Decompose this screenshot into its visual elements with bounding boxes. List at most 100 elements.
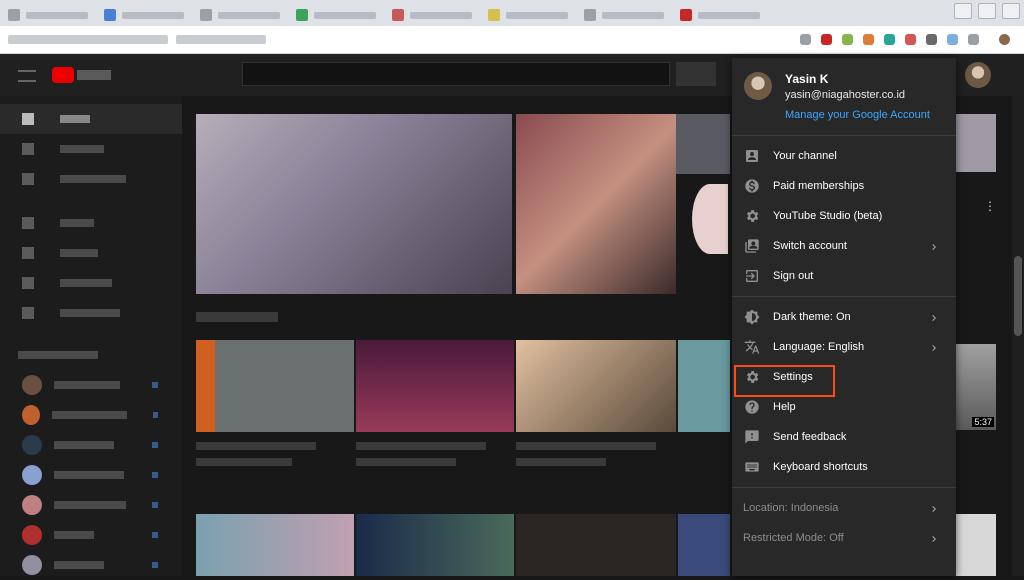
video-thumbnail[interactable] bbox=[516, 340, 676, 432]
chevron-right-icon bbox=[928, 311, 940, 323]
extension-icon[interactable] bbox=[884, 34, 895, 45]
video-title[interactable] bbox=[516, 442, 656, 450]
minimize-button[interactable] bbox=[954, 3, 972, 19]
sidebar-item[interactable] bbox=[0, 268, 182, 298]
video-thumbnail[interactable] bbox=[516, 514, 676, 576]
sidebar-item[interactable] bbox=[0, 208, 182, 238]
sidebar-subscription[interactable] bbox=[0, 400, 182, 430]
browser-tab[interactable] bbox=[192, 5, 288, 25]
profile-icon[interactable] bbox=[999, 34, 1010, 45]
browser-tab[interactable] bbox=[384, 5, 480, 25]
section-title bbox=[196, 312, 278, 322]
menu-item-paid-memberships[interactable]: Paid memberships bbox=[732, 171, 956, 201]
chevron-right-icon bbox=[928, 341, 940, 353]
avatar bbox=[744, 72, 772, 100]
extension-icon[interactable] bbox=[968, 34, 979, 45]
extension-icon[interactable] bbox=[905, 34, 916, 45]
menu-item-switch-account[interactable]: Switch account bbox=[732, 231, 956, 261]
account-name: Yasin K bbox=[785, 72, 829, 86]
browser-tab[interactable] bbox=[480, 5, 576, 25]
browser-tab[interactable] bbox=[96, 5, 192, 25]
menu-item-location[interactable]: Location: Indonesia bbox=[732, 493, 956, 523]
video-meta bbox=[356, 458, 456, 466]
favicon-icon bbox=[392, 9, 404, 21]
video-title[interactable] bbox=[196, 442, 316, 450]
help-icon bbox=[744, 399, 760, 415]
star-icon[interactable] bbox=[800, 34, 811, 45]
avatar[interactable] bbox=[965, 62, 991, 88]
menu-item-send-feedback[interactable]: Send feedback bbox=[732, 422, 956, 452]
favicon-icon bbox=[296, 9, 308, 21]
sidebar-subscription[interactable] bbox=[0, 490, 182, 520]
video-thumbnail[interactable] bbox=[516, 114, 676, 294]
sidebar-subscription[interactable] bbox=[0, 370, 182, 400]
sidebar-subscription[interactable] bbox=[0, 430, 182, 460]
video-thumbnail[interactable] bbox=[956, 514, 996, 576]
browser-tab[interactable] bbox=[0, 5, 96, 25]
manage-account-link[interactable]: Manage your Google Account bbox=[785, 109, 930, 121]
menu-item-your-channel[interactable]: Your channel bbox=[732, 141, 956, 171]
scrollbar[interactable] bbox=[1012, 96, 1024, 576]
close-window-button[interactable] bbox=[1002, 3, 1020, 19]
video-meta bbox=[196, 458, 292, 466]
sidebar-section-heading bbox=[0, 340, 182, 370]
menu-item-keyboard-shortcuts[interactable]: Keyboard shortcuts bbox=[732, 452, 956, 482]
settings-highlight-box bbox=[734, 365, 835, 397]
menu-item-restricted-mode[interactable]: Restricted Mode: Off bbox=[732, 523, 956, 553]
extension-icon[interactable] bbox=[842, 34, 853, 45]
maximize-button[interactable] bbox=[978, 3, 996, 19]
url-text bbox=[8, 35, 168, 44]
channel-avatar[interactable] bbox=[692, 184, 728, 254]
chevron-right-icon bbox=[928, 532, 940, 544]
extension-icon[interactable] bbox=[821, 34, 832, 45]
sidebar-item[interactable] bbox=[0, 164, 182, 194]
keyboard-icon bbox=[744, 459, 760, 475]
menu-item-youtube-studio[interactable]: YouTube Studio (beta) bbox=[732, 201, 956, 231]
sidebar-subscription[interactable] bbox=[0, 520, 182, 550]
sidebar-subscription[interactable] bbox=[0, 460, 182, 490]
menu-icon[interactable] bbox=[18, 70, 36, 82]
extension-icon[interactable] bbox=[947, 34, 958, 45]
sidebar-item[interactable] bbox=[0, 238, 182, 268]
video-thumbnail[interactable] bbox=[678, 514, 730, 576]
switch-account-icon bbox=[744, 238, 760, 254]
menu-item-language[interactable]: Language: English bbox=[732, 332, 956, 362]
video-thumbnail[interactable] bbox=[956, 114, 996, 172]
video-meta bbox=[516, 458, 606, 466]
video-thumbnail[interactable] bbox=[678, 340, 730, 432]
more-options-icon[interactable]: ⋮ bbox=[984, 200, 996, 216]
video-thumbnail[interactable] bbox=[676, 114, 730, 174]
window-controls bbox=[954, 3, 1020, 19]
sidebar-item[interactable] bbox=[0, 298, 182, 328]
video-thumbnail[interactable] bbox=[196, 340, 354, 432]
browser-tab[interactable] bbox=[672, 5, 768, 25]
video-thumbnail[interactable] bbox=[356, 514, 514, 576]
extension-icon[interactable] bbox=[863, 34, 874, 45]
gear-icon bbox=[744, 208, 760, 224]
scrollbar-thumb[interactable] bbox=[1014, 256, 1022, 336]
video-thumbnail[interactable] bbox=[356, 340, 514, 432]
sidebar-item[interactable] bbox=[0, 134, 182, 164]
menu-item-sign-out[interactable]: Sign out bbox=[732, 261, 956, 291]
youtube-logo[interactable] bbox=[52, 66, 112, 84]
account-email: yasin@niagahoster.co.id bbox=[785, 89, 906, 101]
favicon-icon bbox=[8, 9, 20, 21]
video-duration: 5:37 bbox=[972, 417, 994, 427]
video-title[interactable] bbox=[356, 442, 486, 450]
extension-icon[interactable] bbox=[926, 34, 937, 45]
browser-address-bar[interactable] bbox=[0, 26, 1024, 54]
search-button[interactable] bbox=[676, 62, 716, 86]
search-input[interactable] bbox=[242, 62, 670, 86]
sidebar-item[interactable] bbox=[0, 104, 182, 134]
video-thumbnail[interactable] bbox=[196, 514, 354, 576]
favicon-icon bbox=[488, 9, 500, 21]
video-thumbnail[interactable]: 5:37 bbox=[956, 344, 996, 430]
browser-tab[interactable] bbox=[576, 5, 672, 25]
favicon-icon bbox=[584, 9, 596, 21]
browser-tab[interactable] bbox=[288, 5, 384, 25]
menu-item-dark-theme[interactable]: Dark theme: On bbox=[732, 302, 956, 332]
sidebar bbox=[0, 96, 182, 576]
video-thumbnail[interactable] bbox=[196, 114, 512, 294]
favicon-icon bbox=[200, 9, 212, 21]
feedback-icon bbox=[744, 429, 760, 445]
